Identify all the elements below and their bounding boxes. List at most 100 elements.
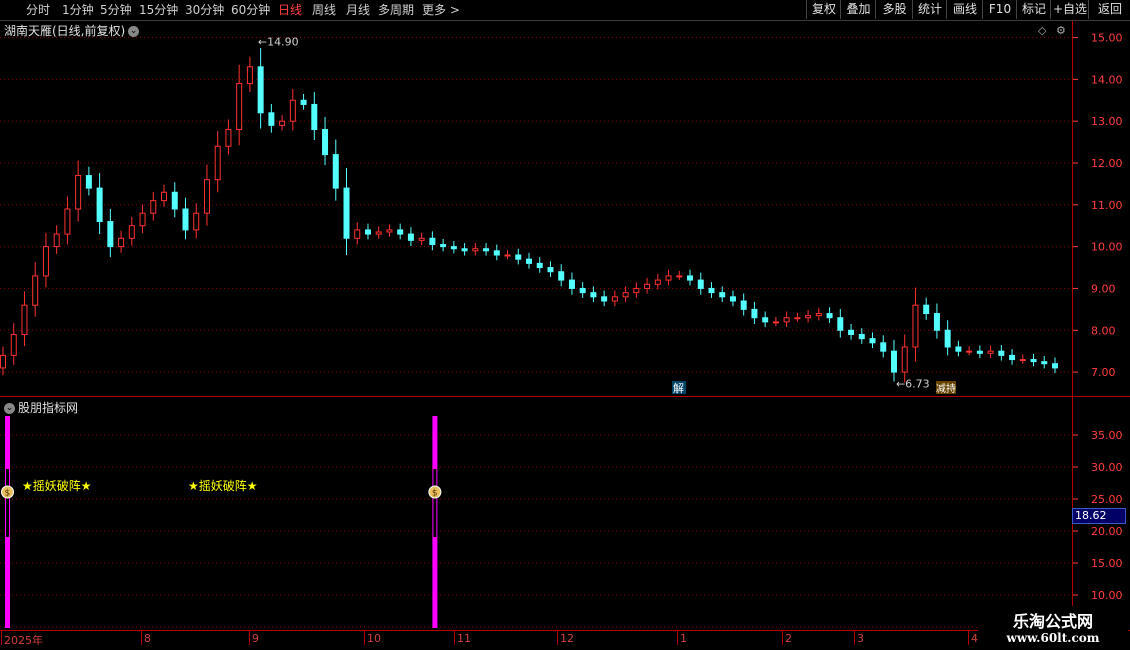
candle [676, 270, 683, 281]
watermark-url: www.60lt.com [1006, 631, 1100, 645]
candle [182, 197, 189, 240]
candle [526, 252, 532, 269]
tab-period-2[interactable]: 5分钟 [100, 2, 132, 18]
candle [644, 278, 651, 294]
date-label: 10 [367, 632, 381, 645]
candle [472, 243, 479, 256]
price-tick-label: 14.00 [1091, 73, 1123, 86]
date-axis-divider [0, 630, 1130, 631]
candle [493, 244, 500, 261]
candle [203, 164, 210, 226]
candle [0, 346, 6, 376]
price-tick-label: 13.00 [1091, 115, 1123, 128]
candle [268, 104, 275, 133]
toolbar-button-5[interactable]: F10 [982, 0, 1017, 19]
indicator-chart[interactable]: $ $ [0, 397, 1072, 630]
chevron-down-icon[interactable]: ⌄ [128, 26, 140, 37]
candle [826, 307, 833, 323]
candle [332, 139, 339, 201]
high-price-label: ←14.90 [258, 36, 299, 49]
candle [171, 182, 178, 218]
candle [955, 340, 962, 357]
price-tick-label: 7.00 [1091, 366, 1116, 379]
edge-strip [1122, 21, 1130, 631]
candle [418, 232, 425, 246]
candle [601, 290, 608, 307]
candle [407, 227, 414, 247]
date-tick [677, 631, 678, 645]
svg-text:$: $ [432, 489, 438, 499]
tab-period-4[interactable]: 30分钟 [185, 2, 224, 18]
toolbar-button-0[interactable]: 复权 [806, 0, 841, 19]
svg-text:$: $ [5, 489, 11, 499]
toolbar-button-4[interactable]: 画线 [946, 0, 983, 19]
toolbar-button-2[interactable]: 多股 [875, 0, 913, 19]
candle [515, 248, 522, 265]
watermark-title: 乐淘公式网 [1012, 612, 1093, 631]
candle [225, 119, 232, 155]
candle [32, 262, 39, 317]
date-label: 3 [857, 632, 864, 645]
candle [214, 131, 221, 193]
candle [611, 290, 618, 307]
indicator-tick-label: 10.00 [1091, 589, 1123, 602]
tab-period-6[interactable]: 日线 [278, 2, 302, 18]
date-tick [1, 631, 2, 645]
watermark: 乐淘公式网 www.60lt.com [978, 606, 1128, 650]
toolbar-button-1[interactable]: 叠加 [840, 0, 876, 19]
candle [912, 287, 919, 362]
unlock-marker[interactable]: 解 [672, 381, 686, 395]
candle [343, 168, 350, 255]
svg-text:减持: 减持 [936, 382, 956, 395]
tab-period-3[interactable]: 15分钟 [139, 2, 178, 18]
candle [354, 222, 361, 245]
candle [933, 303, 940, 339]
candle [161, 184, 168, 207]
candle [42, 232, 49, 288]
candle [729, 290, 736, 307]
candle [429, 231, 436, 251]
candle [998, 344, 1005, 361]
candle [193, 203, 200, 239]
candle [279, 114, 286, 131]
tab-period-10[interactable]: 更多 > [422, 2, 460, 18]
date-label: 2025年 [4, 634, 43, 647]
diamond-icon[interactable]: ◇ [1038, 24, 1046, 37]
money-bag-icon: $ [1, 485, 14, 499]
candle [869, 332, 876, 349]
toolbar-button-7[interactable]: +自选 [1050, 0, 1089, 19]
tab-period-5[interactable]: 60分钟 [231, 2, 270, 18]
toolbar-button-8[interactable]: 返回 [1088, 0, 1130, 19]
reduce-holding-marker[interactable]: 减持 [936, 381, 956, 395]
price-tick-label: 11.00 [1091, 199, 1123, 212]
candle [697, 272, 704, 295]
date-label: 8 [144, 632, 151, 645]
stock-title-text: 湖南天雁(日线,前复权) [4, 24, 126, 38]
tab-period-7[interactable]: 周线 [312, 2, 336, 18]
date-label: 1 [680, 632, 687, 645]
date-tick [854, 631, 855, 645]
price-tick-label: 9.00 [1091, 282, 1116, 295]
tab-period-0[interactable]: 分时 [26, 2, 50, 18]
candle [976, 345, 983, 358]
candle [139, 204, 146, 234]
toolbar-button-3[interactable]: 统计 [912, 0, 947, 19]
price-chart[interactable]: ←14.90 ←6.73 解 减持 [0, 21, 1072, 395]
signal-label: ★摇妖破阵★ [22, 479, 92, 493]
gear-icon[interactable]: ⚙ [1056, 24, 1066, 37]
tab-period-1[interactable]: 1分钟 [62, 2, 94, 18]
tab-period-9[interactable]: 多周期 [378, 2, 414, 18]
candle [10, 323, 17, 365]
candle [375, 226, 382, 239]
price-tick-label: 15.00 [1091, 32, 1123, 45]
date-label: 4 [971, 632, 978, 645]
candle [85, 166, 92, 196]
candle [289, 88, 296, 131]
svg-text:解: 解 [673, 381, 684, 395]
candle [1019, 354, 1026, 364]
price-tick-label: 8.00 [1091, 324, 1116, 337]
candle [740, 293, 747, 316]
tab-period-8[interactable]: 月线 [346, 2, 370, 18]
toolbar-button-6[interactable]: 标记 [1016, 0, 1051, 19]
candle [322, 117, 329, 166]
